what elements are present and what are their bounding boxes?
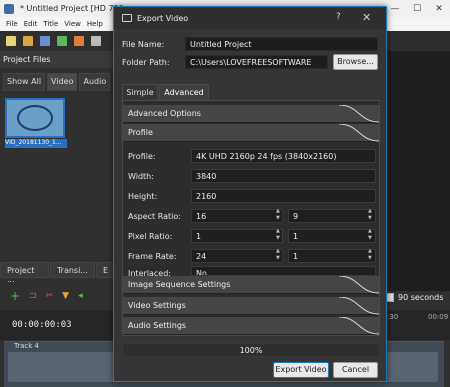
interlaced-select[interactable]: No [191, 266, 376, 276]
frame-rate-label: Frame Rate: [128, 252, 177, 261]
openshot-logo-icon [4, 3, 14, 14]
aspect-den-spinner-icon[interactable] [368, 208, 376, 223]
height-field[interactable]: 2160 [191, 189, 376, 203]
menu-help[interactable]: Help [87, 20, 103, 28]
video-settings-expander-icon [339, 297, 379, 315]
snap-icon[interactable]: ⊐ [29, 291, 37, 301]
interlaced-label: Interlaced: [128, 269, 171, 276]
folder-path-field[interactable]: C:\Users\LOVEFREESOFTWARE [185, 55, 328, 69]
width-field[interactable]: 3840 [191, 169, 376, 183]
audio-settings-expander-icon [339, 317, 379, 335]
razor-icon[interactable]: ✂ [46, 291, 54, 301]
video-thumbnail[interactable] [5, 98, 65, 138]
cancel-button[interactable]: Cancel [333, 362, 378, 378]
timecode-display: 00:00:00:03 [12, 320, 72, 330]
file-name-label: File Name: [122, 40, 165, 49]
advanced-options-expander-icon [339, 105, 379, 123]
image-sequence-label: Image Sequence Settings [128, 280, 231, 289]
progress-text: 100% [239, 346, 263, 355]
ruler-label-1: :30 [387, 313, 399, 321]
save-project-icon[interactable] [40, 36, 50, 46]
redo-icon[interactable] [91, 36, 101, 46]
export-video-icon [122, 14, 132, 22]
frame-rate-numerator[interactable]: 24 [191, 249, 283, 263]
frame-rate-denominator[interactable]: 1 [288, 249, 376, 263]
menu-edit[interactable]: Edit [24, 20, 38, 28]
menu-view[interactable]: View [64, 20, 81, 28]
filter-show-all[interactable]: Show All [3, 73, 46, 91]
profile-expander-icon [339, 124, 379, 142]
add-track-icon[interactable]: + [10, 289, 20, 303]
filter-audio[interactable]: Audio [79, 73, 111, 91]
folder-path-label: Folder Path: [122, 58, 170, 67]
width-label: Width: [128, 172, 154, 181]
aspect-ratio-numerator[interactable]: 16 [191, 209, 283, 223]
pixel-den-spinner-icon[interactable] [368, 228, 376, 243]
undo-icon[interactable] [74, 36, 84, 46]
export-progress-bar: 100% [122, 343, 380, 357]
video-preview-panel [380, 51, 450, 291]
bottom-tabs: Project ... Transi... E [0, 262, 115, 284]
thumbnail-label: VID_20181130_1... [5, 139, 67, 148]
video-settings-label: Video Settings [128, 301, 186, 310]
tab-project-files[interactable]: Project ... [0, 262, 49, 284]
marker-icon[interactable]: ▼ [62, 291, 69, 301]
timeline-toolbar: + ⊐ ✂ ▼ ◂ [0, 286, 115, 306]
menu-file[interactable]: File [6, 20, 18, 28]
browse-button[interactable]: Browse... [333, 54, 378, 70]
tab-simple[interactable]: Simple [122, 84, 158, 101]
file-name-field[interactable]: Untitled Project [185, 37, 378, 51]
pixel-num-spinner-icon[interactable] [276, 228, 284, 243]
previous-marker-icon[interactable]: ◂ [78, 291, 83, 301]
new-project-icon[interactable] [6, 36, 16, 46]
tab-transitions[interactable]: Transi... [49, 262, 95, 278]
track-label: Track 4 [14, 342, 39, 350]
image-sequence-expander-icon [339, 276, 379, 294]
dialog-title: Export Video [137, 13, 189, 23]
filter-video[interactable]: Video [47, 73, 78, 91]
aspect-ratio-denominator[interactable]: 9 [288, 209, 376, 223]
file-filter-tabs: Show All Video Audio [0, 73, 115, 91]
profile-label: Profile: [128, 152, 156, 161]
minimize-icon[interactable]: — [384, 0, 406, 17]
frame-num-spinner-icon[interactable] [276, 248, 284, 263]
menu-title[interactable]: Title [43, 20, 58, 28]
ruler-label-2: 00:09 [428, 313, 449, 321]
profile-section-label: Profile [128, 128, 153, 137]
project-files-header: Project Files [0, 51, 115, 68]
thumbnail-image [17, 105, 53, 131]
dialog-titlebar: Export Video ? ✕ [114, 7, 386, 29]
pixel-ratio-label: Pixel Ratio: [128, 232, 173, 241]
help-icon[interactable]: ? [336, 12, 341, 22]
frame-den-spinner-icon[interactable] [368, 248, 376, 263]
open-project-icon[interactable] [23, 36, 33, 46]
import-files-icon[interactable] [57, 36, 67, 46]
window-controls: — ☐ ✕ [384, 0, 450, 17]
tab-advanced[interactable]: Advanced [159, 84, 209, 101]
aspect-num-spinner-icon[interactable] [276, 208, 284, 223]
maximize-icon[interactable]: ☐ [406, 0, 428, 17]
advanced-options-label: Advanced Options [128, 109, 201, 118]
aspect-ratio-label: Aspect Ratio: [128, 212, 181, 221]
close-icon[interactable]: ✕ [362, 11, 371, 24]
zoom-seconds-label: 90 seconds [398, 293, 444, 302]
export-video-dialog: Export Video ? ✕ File Name: Untitled Pro… [113, 6, 387, 382]
advanced-panel: Advanced Options Profile Profile: 4K UHD… [122, 100, 380, 336]
export-video-button[interactable]: Export Video [273, 362, 329, 378]
pixel-ratio-denominator[interactable]: 1 [288, 229, 376, 243]
pixel-ratio-numerator[interactable]: 1 [191, 229, 283, 243]
close-window-icon[interactable]: ✕ [428, 0, 450, 17]
height-label: Height: [128, 192, 158, 201]
profile-select[interactable]: 4K UHD 2160p 24 fps (3840x2160) [191, 149, 376, 163]
audio-settings-label: Audio Settings [128, 321, 187, 330]
